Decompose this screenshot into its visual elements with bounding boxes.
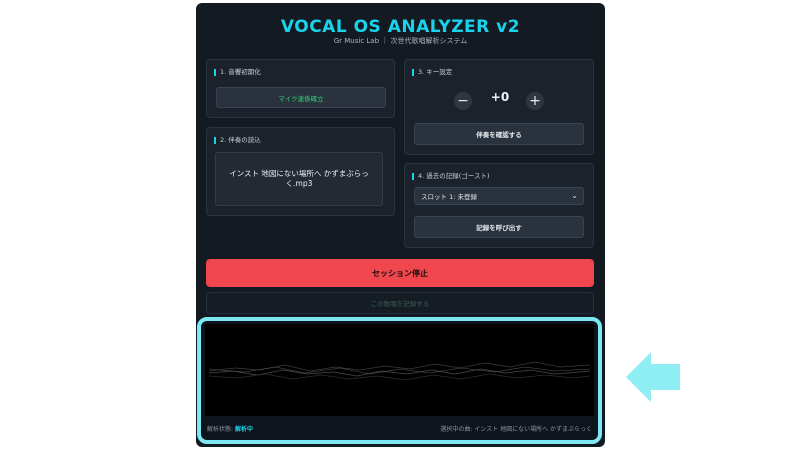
confirm-track-button[interactable]: 伴奏を確認する (414, 123, 584, 145)
audio-init-label: 1. 音響初期化 (214, 69, 261, 76)
load-record-button[interactable]: 記録を呼び出す (414, 216, 584, 238)
slot-select[interactable]: スロット 1: 未登録 ⌄ (414, 187, 584, 205)
stop-session-button[interactable]: セッション停止 (206, 259, 594, 287)
history-label: 4. 過去の記録(ゴースト) (412, 173, 490, 180)
track-file-dropzone[interactable]: インスト 地図にない場所へ かずまぶらっく.mp3 (215, 152, 383, 206)
record-take-button[interactable]: この歌唱を記録する (206, 292, 594, 314)
mic-connect-button[interactable]: マイク連係確立 (216, 87, 386, 108)
analysis-status-value: 解析中 (234, 426, 253, 433)
key-value: +0 (490, 90, 510, 104)
app-title: VOCAL OS ANALYZER v2 (280, 17, 521, 37)
chevron-down-icon: ⌄ (571, 191, 578, 200)
key-setting-card: 3. キー設定 − +0 + 伴奏を確認する (404, 59, 594, 155)
track-load-label: 2. 伴奏の読込 (214, 137, 261, 144)
waveform-panel: 解析状態: 解析中 選択中の曲: インスト 地図にない場所へ かずまぶらっく (197, 317, 602, 444)
key-minus-button[interactable]: − (454, 92, 472, 110)
now-playing: 選択中の曲: インスト 地図にない場所へ かずまぶらっく (440, 426, 592, 433)
waveform-canvas (205, 324, 594, 416)
slot-select-value: スロット 1: 未登録 (421, 193, 477, 201)
history-card: 4. 過去の記録(ゴースト) スロット 1: 未登録 ⌄ 記録を呼び出す (404, 163, 594, 248)
track-load-card: 2. 伴奏の読込 インスト 地図にない場所へ かずまぶらっく.mp3 (206, 127, 395, 216)
analysis-status-label: 解析状態: (207, 426, 234, 433)
analysis-status: 解析状態: 解析中 (207, 424, 253, 433)
key-plus-button[interactable]: + (526, 92, 544, 110)
app-subtitle: Gr Music Lab ｜ 次世代歌唱解析システム (333, 37, 468, 45)
audio-init-card: 1. 音響初期化 マイク連係確立 (206, 59, 395, 118)
arrow-left-icon (626, 352, 680, 402)
waveform-graphic (208, 361, 591, 381)
key-setting-label: 3. キー設定 (412, 69, 452, 76)
